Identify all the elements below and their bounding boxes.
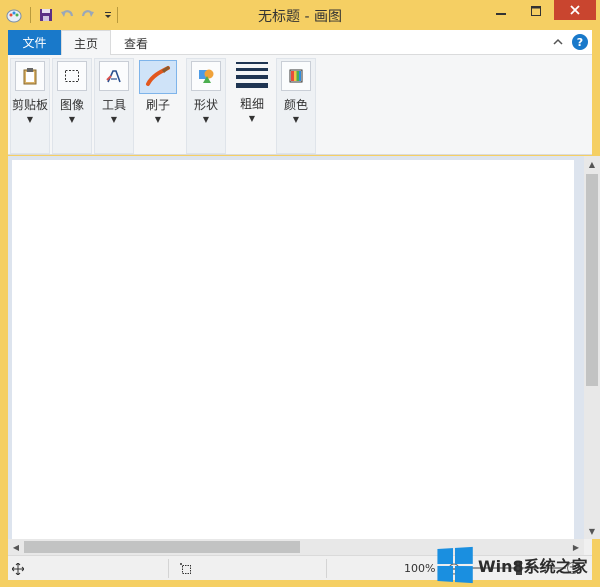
chevron-down-icon: ▼ <box>248 114 256 123</box>
canvas-workspace: ▲ ▼ <box>8 156 600 539</box>
vertical-scroll-thumb[interactable] <box>586 174 598 386</box>
group-shapes[interactable]: 形状 ▼ <box>186 58 226 154</box>
group-label: 图像 <box>59 98 84 112</box>
group-label: 工具 <box>101 98 126 112</box>
close-icon <box>570 5 580 15</box>
chevron-down-icon: ▼ <box>26 115 34 124</box>
maximize-button[interactable] <box>521 0 551 22</box>
selection-size-icon <box>180 556 192 581</box>
group-label: 形状 <box>193 98 218 112</box>
zoom-level: 100% <box>404 556 435 581</box>
group-label: 粗细 <box>239 97 264 111</box>
group-label: 剪贴板 <box>11 98 48 112</box>
scroll-down-icon[interactable]: ▼ <box>584 523 600 539</box>
close-button[interactable] <box>554 0 596 20</box>
select-icon <box>57 61 87 91</box>
status-divider <box>168 559 169 578</box>
windows-logo-icon <box>437 546 473 584</box>
cursor-position-icon <box>12 556 24 581</box>
group-label: 颜色 <box>283 98 308 112</box>
ribbon-help-area: ? <box>552 34 588 50</box>
clipboard-icon <box>15 61 45 91</box>
watermark: Win8系统之家 <box>436 545 600 585</box>
tab-file[interactable]: 文件 <box>8 30 61 55</box>
chevron-down-icon: ▼ <box>154 115 162 124</box>
scroll-left-icon[interactable]: ◀ <box>8 539 24 555</box>
tab-home[interactable]: 主页 <box>61 30 111 56</box>
zoom-level-text: 100% <box>404 562 436 575</box>
tab-view[interactable]: 查看 <box>111 30 161 56</box>
chevron-down-icon: ▼ <box>202 115 210 124</box>
group-label: 刷子 <box>145 98 170 112</box>
shapes-icon <box>191 61 221 91</box>
ribbon-tab-bar: 文件 主页 查看 ? <box>8 30 592 56</box>
chevron-down-icon: ▼ <box>68 115 76 124</box>
group-size[interactable]: 粗细 ▼ <box>230 58 274 154</box>
chevron-down-icon: ▼ <box>110 115 118 124</box>
collapse-ribbon-icon[interactable] <box>552 36 564 48</box>
group-colors[interactable]: 颜色 ▼ <box>276 58 316 154</box>
group-clipboard[interactable]: 剪贴板 ▼ <box>10 58 50 154</box>
paint-window: 无标题 - 画图 文件 主页 查看 ? 剪贴板 ▼ 图像 ▼ 工具 ▼ 刷子 ▼… <box>0 0 600 587</box>
status-divider <box>326 559 327 578</box>
tools-icon <box>99 61 129 91</box>
brush-icon <box>139 60 177 94</box>
horizontal-scroll-thumb[interactable] <box>24 541 300 553</box>
title-bar: 无标题 - 画图 <box>0 0 600 30</box>
chevron-down-icon: ▼ <box>292 115 300 124</box>
group-brushes[interactable]: 刷子 ▼ <box>138 58 178 154</box>
ribbon-panel: 剪贴板 ▼ 图像 ▼ 工具 ▼ 刷子 ▼ 形状 ▼ 粗细 ▼ 颜色 ▼ <box>8 55 592 155</box>
group-tools[interactable]: 工具 ▼ <box>94 58 134 154</box>
help-icon[interactable]: ? <box>572 34 588 50</box>
vertical-scrollbar[interactable]: ▲ ▼ <box>584 156 600 539</box>
colors-icon <box>281 61 311 91</box>
line-size-icon <box>236 60 268 90</box>
group-image[interactable]: 图像 ▼ <box>52 58 92 154</box>
minimize-button[interactable] <box>486 0 516 22</box>
watermark-text: Win8系统之家 <box>478 557 588 576</box>
drawing-canvas[interactable] <box>12 160 574 539</box>
scroll-up-icon[interactable]: ▲ <box>584 156 600 172</box>
